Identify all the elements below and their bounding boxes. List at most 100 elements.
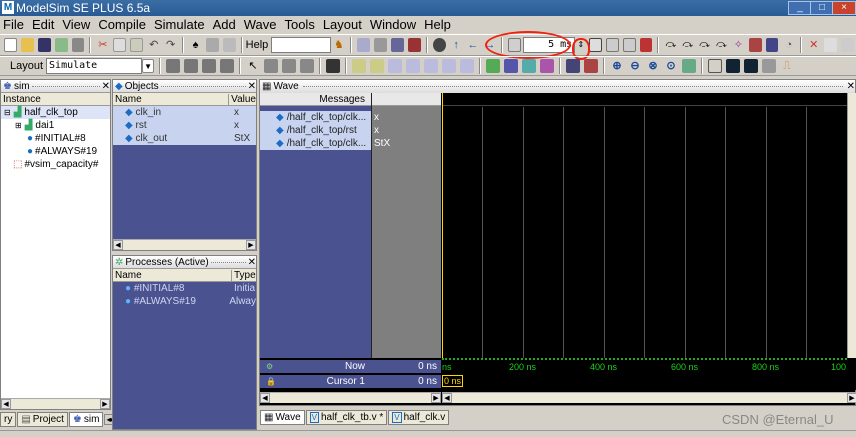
stopwatch-icon[interactable]: ◔	[782, 38, 795, 52]
pan-mode-icon[interactable]	[282, 59, 297, 73]
step-icon[interactable]: ⤼	[664, 38, 677, 52]
panel-close-icon[interactable]: ✕	[248, 257, 256, 268]
processes-type-column[interactable]: Type	[232, 270, 256, 281]
prev-cursor-icon[interactable]	[522, 59, 537, 73]
dataflow-icon[interactable]	[222, 38, 236, 52]
step-forward-icon[interactable]	[184, 59, 199, 73]
insert-cursor-icon[interactable]	[486, 59, 501, 73]
profile-icon[interactable]	[765, 38, 779, 52]
find-icon[interactable]: ♠	[189, 38, 202, 52]
run-all-icon[interactable]	[622, 38, 636, 52]
step-over-icon[interactable]: ⤼	[681, 38, 694, 52]
waveform-area[interactable]	[442, 93, 847, 358]
breakpoint-icon[interactable]	[391, 38, 404, 52]
step-into-icon[interactable]: ⤼	[698, 38, 711, 52]
paste-icon[interactable]	[130, 38, 144, 52]
performance-icon[interactable]: ✧	[732, 38, 745, 52]
memory-icon[interactable]	[374, 38, 388, 52]
format-icon-4[interactable]	[762, 59, 777, 73]
tree-item-initial8[interactable]: ● #INITIAL#8	[1, 132, 110, 145]
step-behind-icon[interactable]	[166, 59, 181, 73]
format-icon-5[interactable]: ⎍	[780, 59, 794, 73]
edit-mode-icon[interactable]	[326, 59, 341, 73]
cursor-lock-icon[interactable]: 🔒	[266, 377, 276, 386]
object-row-clk-in[interactable]: ◆ clk_in x	[113, 106, 256, 119]
undo-icon[interactable]: ↶	[147, 38, 160, 52]
tab-wave[interactable]: ▦ Wave	[260, 409, 305, 425]
tree-item-dai1[interactable]: ⊞ ▟ dai1	[1, 119, 110, 132]
delete-cursor-icon[interactable]	[504, 59, 519, 73]
zoom-cursor-icon[interactable]: ⊙	[664, 59, 678, 73]
processes-name-column[interactable]: Name	[113, 269, 232, 281]
edge-icon-3[interactable]	[424, 59, 439, 73]
objects-value-column[interactable]: Value	[229, 94, 256, 105]
find-prev-edge-icon[interactable]	[352, 59, 367, 73]
format-icon-3[interactable]	[744, 59, 759, 73]
tree-item-half-clk-top[interactable]: ⊟ ▟ half_clk_top	[1, 106, 110, 119]
panel-close-icon[interactable]: ✕	[102, 81, 110, 92]
edge-icon-5[interactable]	[460, 59, 475, 73]
delete-icon[interactable]	[824, 38, 838, 52]
next-cursor-icon[interactable]	[540, 59, 555, 73]
panel-close-icon[interactable]: ✕	[847, 81, 855, 92]
panel-close-icon[interactable]: ✕	[248, 81, 256, 92]
edge-icon-2[interactable]	[406, 59, 421, 73]
active-drivers-icon[interactable]	[202, 59, 217, 73]
compile-icon[interactable]	[54, 38, 68, 52]
menu-simulate[interactable]: Simulate	[154, 17, 205, 32]
menu-tools[interactable]: Tools	[284, 17, 314, 32]
wave-signal-row[interactable]: ◆/half_clk_top/clk...	[260, 137, 371, 150]
cursor-marker[interactable]: 0 ns	[442, 375, 464, 387]
zoom-mode-icon[interactable]	[264, 59, 279, 73]
menu-layout[interactable]: Layout	[323, 17, 362, 32]
menu-file[interactable]: File	[3, 17, 24, 32]
tab-half-clk-tb[interactable]: Vhalf_clk_tb.v *	[305, 409, 388, 425]
zoom-region-icon[interactable]	[682, 59, 697, 73]
tree-item-always19[interactable]: ● #ALWAYS#19	[1, 145, 110, 158]
break-run-icon[interactable]	[639, 38, 653, 52]
instance-column-header[interactable]: Instance	[1, 93, 110, 106]
wave-time-scrollbar[interactable]: ◀ ▶	[442, 392, 856, 403]
menu-view[interactable]: View	[62, 17, 90, 32]
zoom-full-icon[interactable]: ⊗	[646, 59, 660, 73]
objects-horizontal-scrollbar[interactable]: ◀ ▶	[113, 239, 256, 250]
menu-window[interactable]: Window	[370, 17, 416, 32]
back-icon[interactable]: ←	[467, 38, 480, 52]
process-row-always19[interactable]: ● #ALWAYS#19 Alway	[113, 295, 256, 308]
object-row-rst[interactable]: ◆ rst x	[113, 119, 256, 132]
objects-name-column[interactable]: Name	[113, 93, 230, 105]
select-mode-icon[interactable]: ↖	[246, 59, 260, 73]
wave-compare-icon[interactable]	[566, 59, 581, 73]
menu-help[interactable]: Help	[424, 17, 451, 32]
format-icon-2[interactable]	[726, 59, 741, 73]
print-icon[interactable]	[71, 38, 85, 52]
menu-add[interactable]: Add	[213, 17, 236, 32]
wave-restore-icon[interactable]	[584, 59, 599, 73]
library-icon[interactable]	[357, 38, 371, 52]
format-icon-1[interactable]	[708, 59, 723, 73]
sim-horizontal-scrollbar[interactable]: ◀ ▶	[1, 398, 110, 409]
hierarchy-icon[interactable]	[205, 38, 219, 52]
tab-project[interactable]: ▤ Project	[17, 411, 68, 427]
no-design-icon[interactable]	[432, 38, 446, 52]
break-icon[interactable]	[407, 38, 421, 52]
step-out-icon[interactable]: ⤼	[715, 38, 728, 52]
minimize-button[interactable]: _	[788, 1, 812, 15]
cut-signal-icon[interactable]: ✕	[807, 38, 820, 52]
coverage-icon[interactable]	[748, 38, 762, 52]
close-button[interactable]: ×	[832, 1, 856, 15]
tab-sim[interactable]: ♚ sim	[68, 411, 104, 427]
open-folder-icon[interactable]	[21, 38, 34, 52]
zoom-in-icon[interactable]: ⊕	[610, 59, 624, 73]
step-up-icon[interactable]: ↑	[450, 38, 463, 52]
cursor-line[interactable]	[442, 93, 443, 358]
process-row-initial8[interactable]: ● #INITIAL#8 Initia	[113, 282, 256, 295]
cut-icon[interactable]: ✂	[96, 38, 109, 52]
run-icon[interactable]	[588, 38, 602, 52]
timeline-ruler[interactable]: ns 200 ns 400 ns 600 ns 800 ns 100	[442, 358, 847, 374]
copy-icon[interactable]	[113, 38, 127, 52]
find-next-edge-icon[interactable]	[370, 59, 385, 73]
wave-signal-row[interactable]: ◆/half_clk_top/rst	[260, 124, 371, 137]
new-file-icon[interactable]	[4, 38, 18, 52]
zoom-icon[interactable]	[841, 38, 854, 52]
